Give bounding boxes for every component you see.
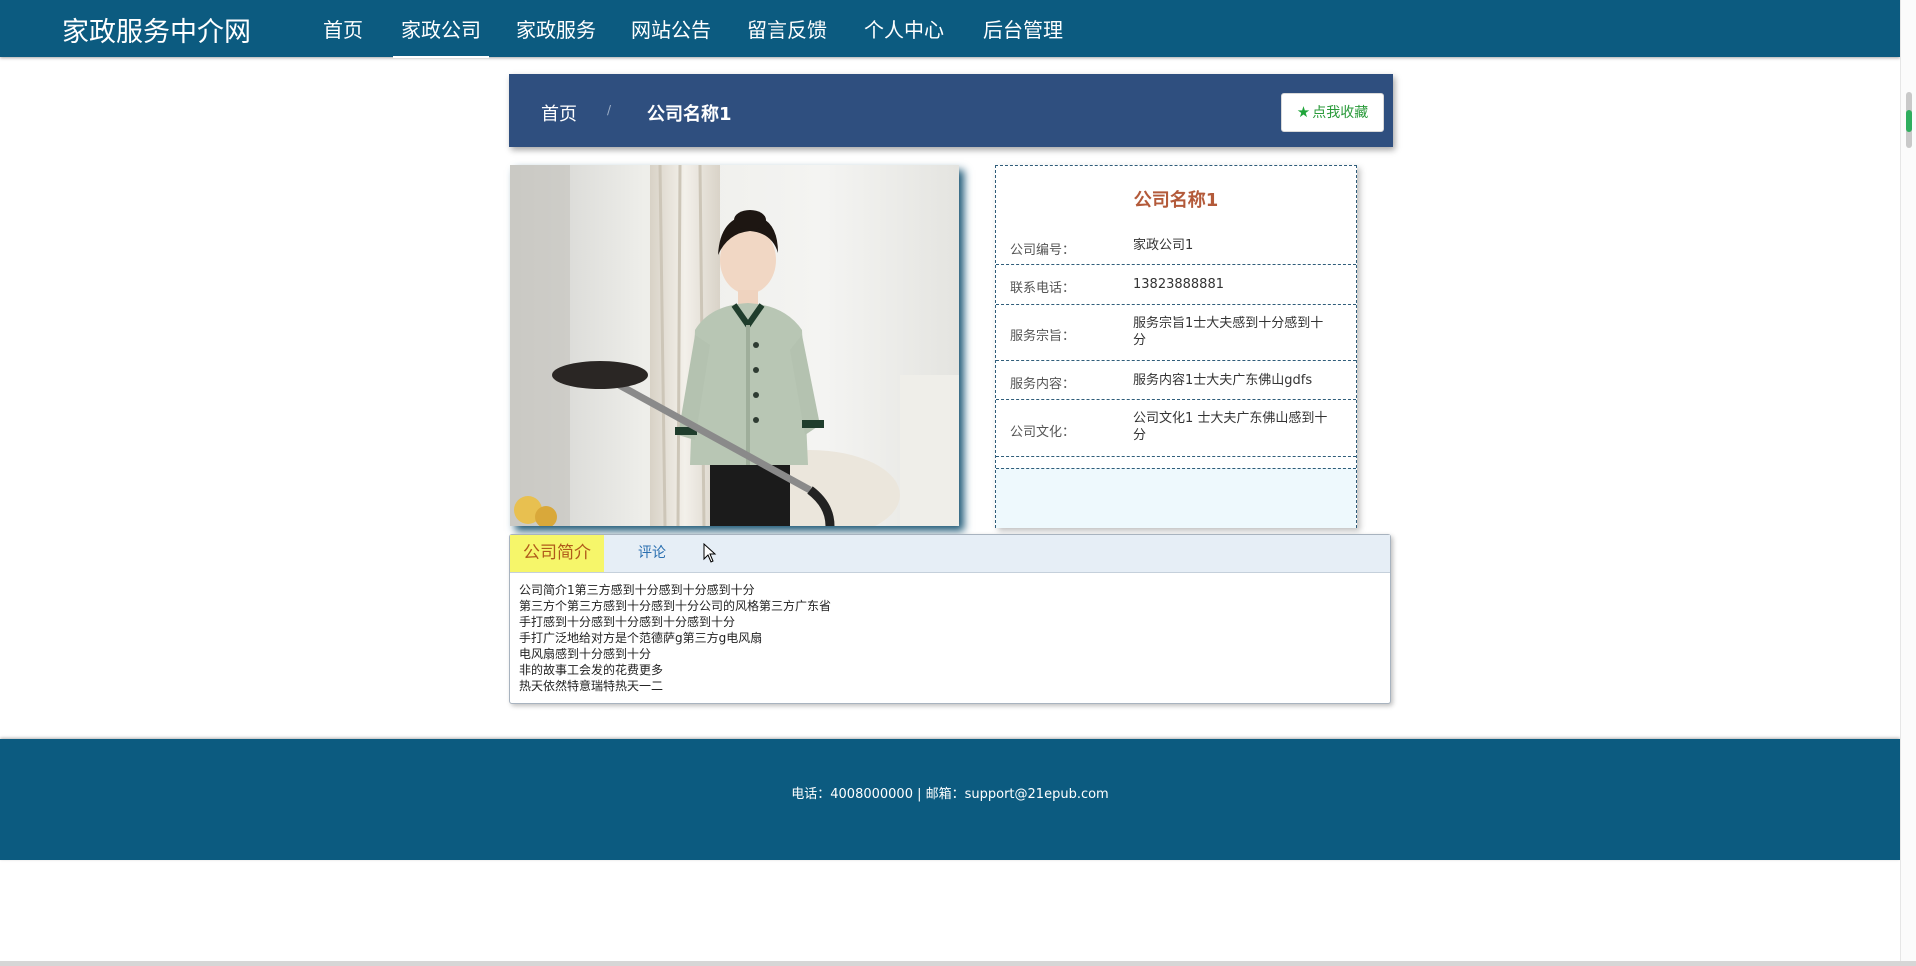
intro-line: 非的故事工会发的花费更多	[519, 663, 664, 677]
tab-comments[interactable]: 评论	[638, 535, 666, 572]
company-intro-text: 公司简介1第三方感到十分感到十分感到十分 第三方个第三方感到十分感到十分公司的风…	[519, 582, 1379, 694]
intro-line: 公司简介1第三方感到十分感到十分感到十分	[519, 583, 755, 597]
site-brand[interactable]: 家政服务中介网	[62, 10, 251, 49]
top-navbar: 家政服务中介网 首页 家政公司 家政服务 网站公告 留言反馈 个人中心 后台管理	[0, 0, 1900, 58]
star-icon: ★	[1296, 103, 1311, 121]
vertical-scrollbar[interactable]	[1900, 0, 1916, 966]
breadcrumb-separator: /	[607, 103, 612, 117]
nav-item-feedback[interactable]: 留言反馈	[747, 14, 827, 43]
nav-item-admin[interactable]: 后台管理	[983, 14, 1063, 43]
breadcrumb-home-link[interactable]: 首页	[541, 100, 577, 126]
detail-tabs: 公司简介 评论 公司简介1第三方感到十分感到十分感到十分 第三方个第三方感到十分…	[509, 534, 1391, 704]
company-photo	[510, 165, 959, 526]
nav-item-announcements[interactable]: 网站公告	[631, 14, 711, 43]
info-label: 公司文化：	[1010, 425, 1076, 440]
tab-bar: 公司简介 评论	[510, 535, 1390, 573]
info-value: 公司文化1 士大夫广东佛山感到十分	[1133, 411, 1328, 443]
company-info-card: 公司名称1 公司编号： 家政公司1 联系电话： 13823888881 服务宗旨…	[995, 165, 1357, 528]
info-row-culture: 公司文化： 公司文化1 士大夫广东佛山感到十分	[996, 400, 1356, 457]
info-row-phone: 联系电话： 13823888881	[996, 265, 1356, 305]
intro-line: 热天依然特意瑞特热天一二	[519, 679, 664, 693]
taskbar-strip	[0, 961, 1916, 966]
breadcrumb-current: 公司名称1	[647, 104, 732, 125]
info-label: 联系电话：	[1010, 281, 1076, 296]
breadcrumb: 首页 / 公司名称1 ★ 点我收藏	[509, 74, 1393, 147]
favorite-button[interactable]: ★ 点我收藏	[1281, 93, 1384, 132]
info-value: 服务内容1士大夫广东佛山gdfs	[1133, 373, 1313, 388]
footer-contact: 电话：4008000000 | 邮箱：support@21epub.com	[791, 787, 1109, 802]
info-row-purpose: 服务宗旨： 服务宗旨1士大夫感到十分感到十分	[996, 305, 1356, 361]
info-card-footer	[996, 468, 1356, 528]
intro-line: 手打感到十分感到十分感到十分感到十分	[519, 615, 736, 629]
info-label: 服务宗旨：	[1010, 329, 1076, 344]
intro-line: 手打广泛地给对方是个范德萨g第三方g电风扇	[519, 631, 763, 645]
mouse-cursor-icon	[703, 542, 717, 567]
info-row-content: 服务内容： 服务内容1士大夫广东佛山gdfs	[996, 361, 1356, 400]
info-row-code: 公司编号： 家政公司1	[996, 226, 1356, 265]
info-label: 服务内容：	[1010, 377, 1076, 392]
info-value: 13823888881	[1133, 277, 1224, 292]
info-value: 家政公司1	[1133, 238, 1194, 253]
scrollbar-thumb[interactable]	[1906, 92, 1912, 148]
favorite-button-label: 点我收藏	[1312, 105, 1369, 121]
nav-item-profile[interactable]: 个人中心	[864, 14, 944, 43]
nav-item-home[interactable]: 首页	[323, 14, 363, 43]
intro-line: 电风扇感到十分感到十分	[519, 647, 652, 661]
info-label: 公司编号：	[1010, 243, 1076, 258]
info-value: 服务宗旨1士大夫感到十分感到十分	[1133, 316, 1324, 348]
nav-item-companies[interactable]: 家政公司	[393, 14, 489, 58]
tab-company-intro[interactable]: 公司简介	[510, 535, 604, 572]
intro-line: 第三方个第三方感到十分感到十分公司的风格第三方广东省	[519, 599, 832, 613]
nav-item-services[interactable]: 家政服务	[516, 14, 596, 43]
page-footer: 电话：4008000000 | 邮箱：support@21epub.com	[0, 739, 1900, 860]
company-name: 公司名称1	[1133, 190, 1219, 211]
